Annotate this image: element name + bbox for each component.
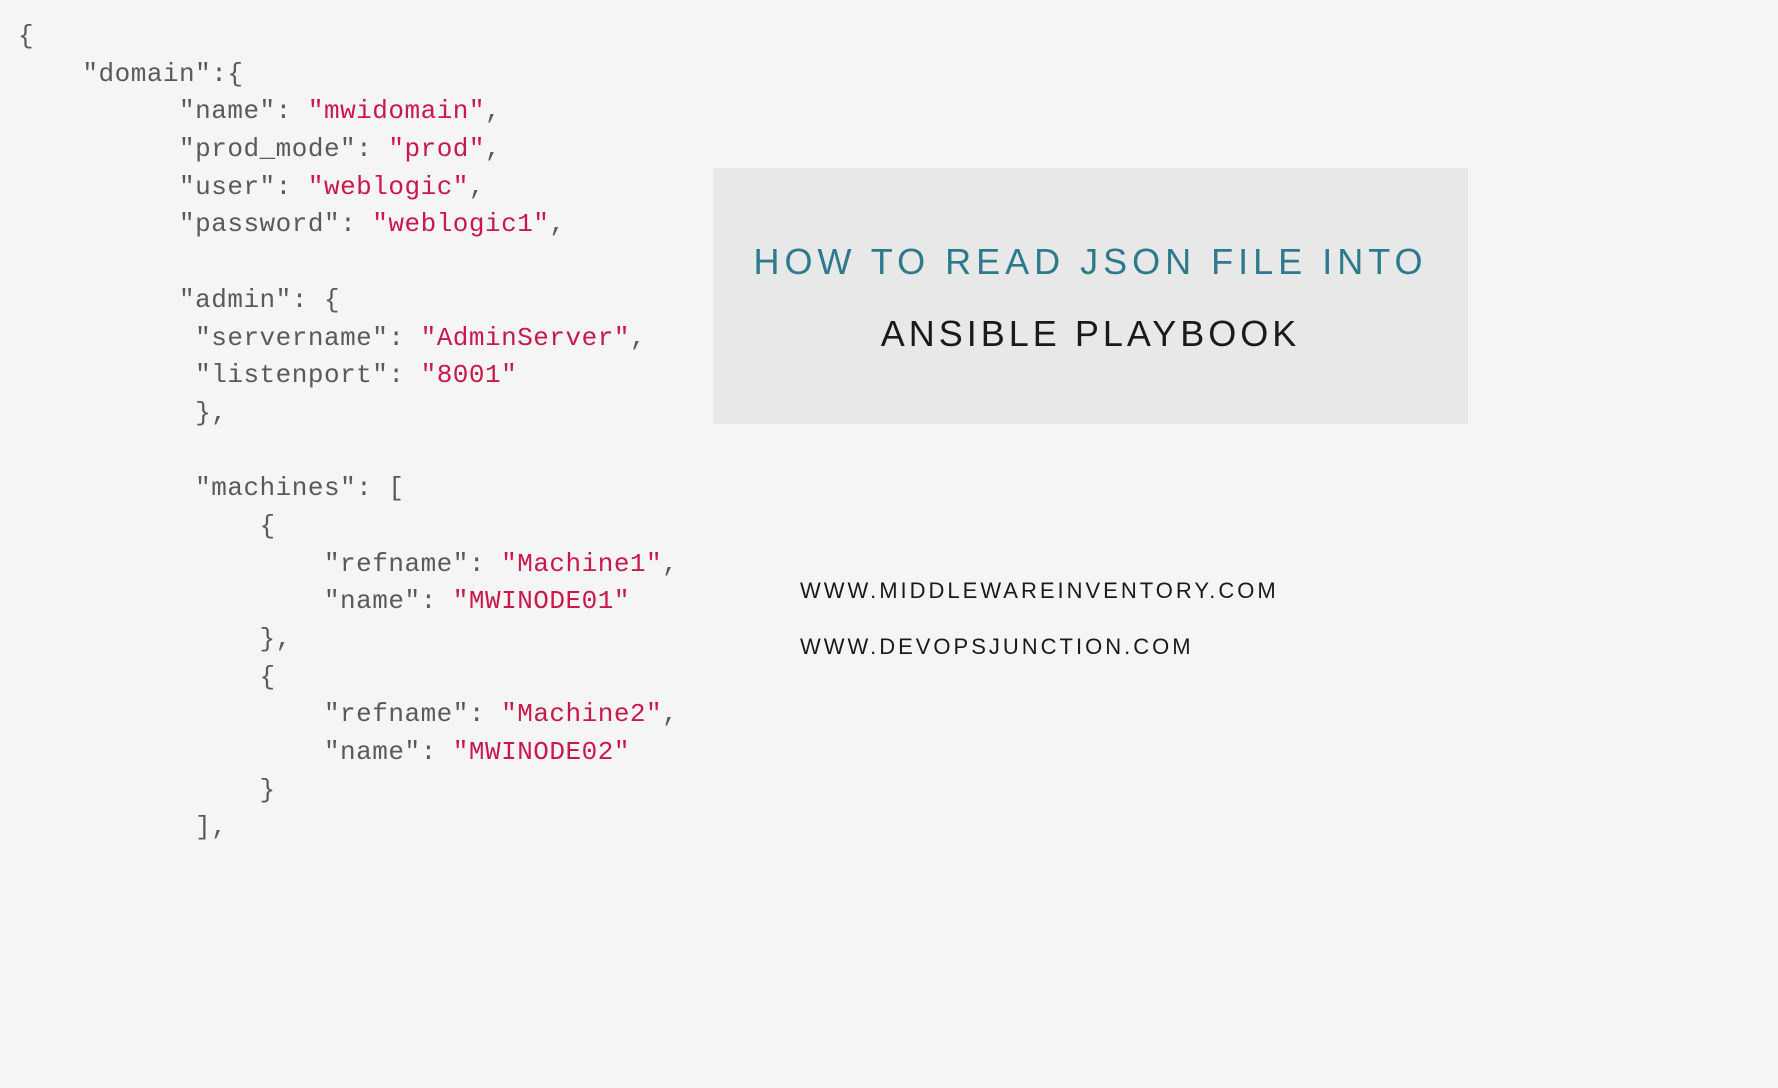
code-comma: , (630, 323, 646, 353)
title-line1: HOW TO READ JSON FILE INTO (753, 237, 1427, 287)
code-sep: : (388, 323, 420, 353)
code-brace-close: } (260, 775, 276, 805)
code-key-machines: "machines" (195, 473, 356, 503)
code-val-servername: "AdminServer" (421, 323, 630, 353)
title-box: HOW TO READ JSON FILE INTO ANSIBLE PLAYB… (713, 168, 1468, 424)
code-key-prodmode: "prod_mode" (179, 134, 356, 164)
code-comma: , (485, 96, 501, 126)
code-val-refname1: "Machine1" (501, 549, 662, 579)
code-key-admin: "admin" (179, 285, 292, 315)
code-bracket-close: ], (195, 812, 227, 842)
code-val-name2: "MWINODE02" (453, 737, 630, 767)
code-sep: : (388, 360, 420, 390)
code-brace-close: }, (195, 398, 227, 428)
code-key-refname1: "refname" (324, 549, 469, 579)
title-line2: ANSIBLE PLAYBOOK (881, 313, 1300, 355)
code-brace-open: { (260, 511, 276, 541)
code-punc: :{ (211, 59, 243, 89)
code-sep: : (340, 209, 372, 239)
code-comma: , (485, 134, 501, 164)
code-val-password: "weblogic1" (372, 209, 549, 239)
code-key-domain: "domain" (82, 59, 211, 89)
code-val-user: "weblogic" (308, 172, 469, 202)
code-comma: , (662, 699, 678, 729)
code-sep: : (469, 549, 501, 579)
code-val-listenport: "8001" (421, 360, 518, 390)
code-comma: , (662, 549, 678, 579)
code-key-listenport: "listenport" (195, 360, 388, 390)
code-key-servername: "servername" (195, 323, 388, 353)
code-val-refname2: "Machine2" (501, 699, 662, 729)
code-sep: : (276, 172, 308, 202)
code-key-name: "name" (179, 96, 276, 126)
code-val-prodmode: "prod" (388, 134, 485, 164)
code-brace-close: }, (260, 624, 292, 654)
code-punc: : { (292, 285, 340, 315)
code-key-password: "password" (179, 209, 340, 239)
code-key-user: "user" (179, 172, 276, 202)
code-punc: : [ (356, 473, 404, 503)
url-middlewareinventory: WWW.MIDDLEWAREINVENTORY.COM (800, 578, 1279, 604)
code-brace-open: { (18, 21, 34, 51)
code-sep: : (276, 96, 308, 126)
code-val-name: "mwidomain" (308, 96, 485, 126)
code-comma: , (549, 209, 565, 239)
code-key-name2: "name" (324, 737, 421, 767)
code-comma: , (469, 172, 485, 202)
code-key-refname2: "refname" (324, 699, 469, 729)
code-sep: : (421, 586, 453, 616)
code-sep: : (356, 134, 388, 164)
code-key-name1: "name" (324, 586, 421, 616)
json-code-block: { "domain":{ "name": "mwidomain", "prod_… (18, 18, 678, 847)
code-brace-open: { (260, 662, 276, 692)
code-sep: : (469, 699, 501, 729)
url-devopsjunction: WWW.DEVOPSJUNCTION.COM (800, 634, 1279, 660)
code-val-name1: "MWINODE01" (453, 586, 630, 616)
code-sep: : (421, 737, 453, 767)
url-block: WWW.MIDDLEWAREINVENTORY.COM WWW.DEVOPSJU… (800, 578, 1279, 690)
